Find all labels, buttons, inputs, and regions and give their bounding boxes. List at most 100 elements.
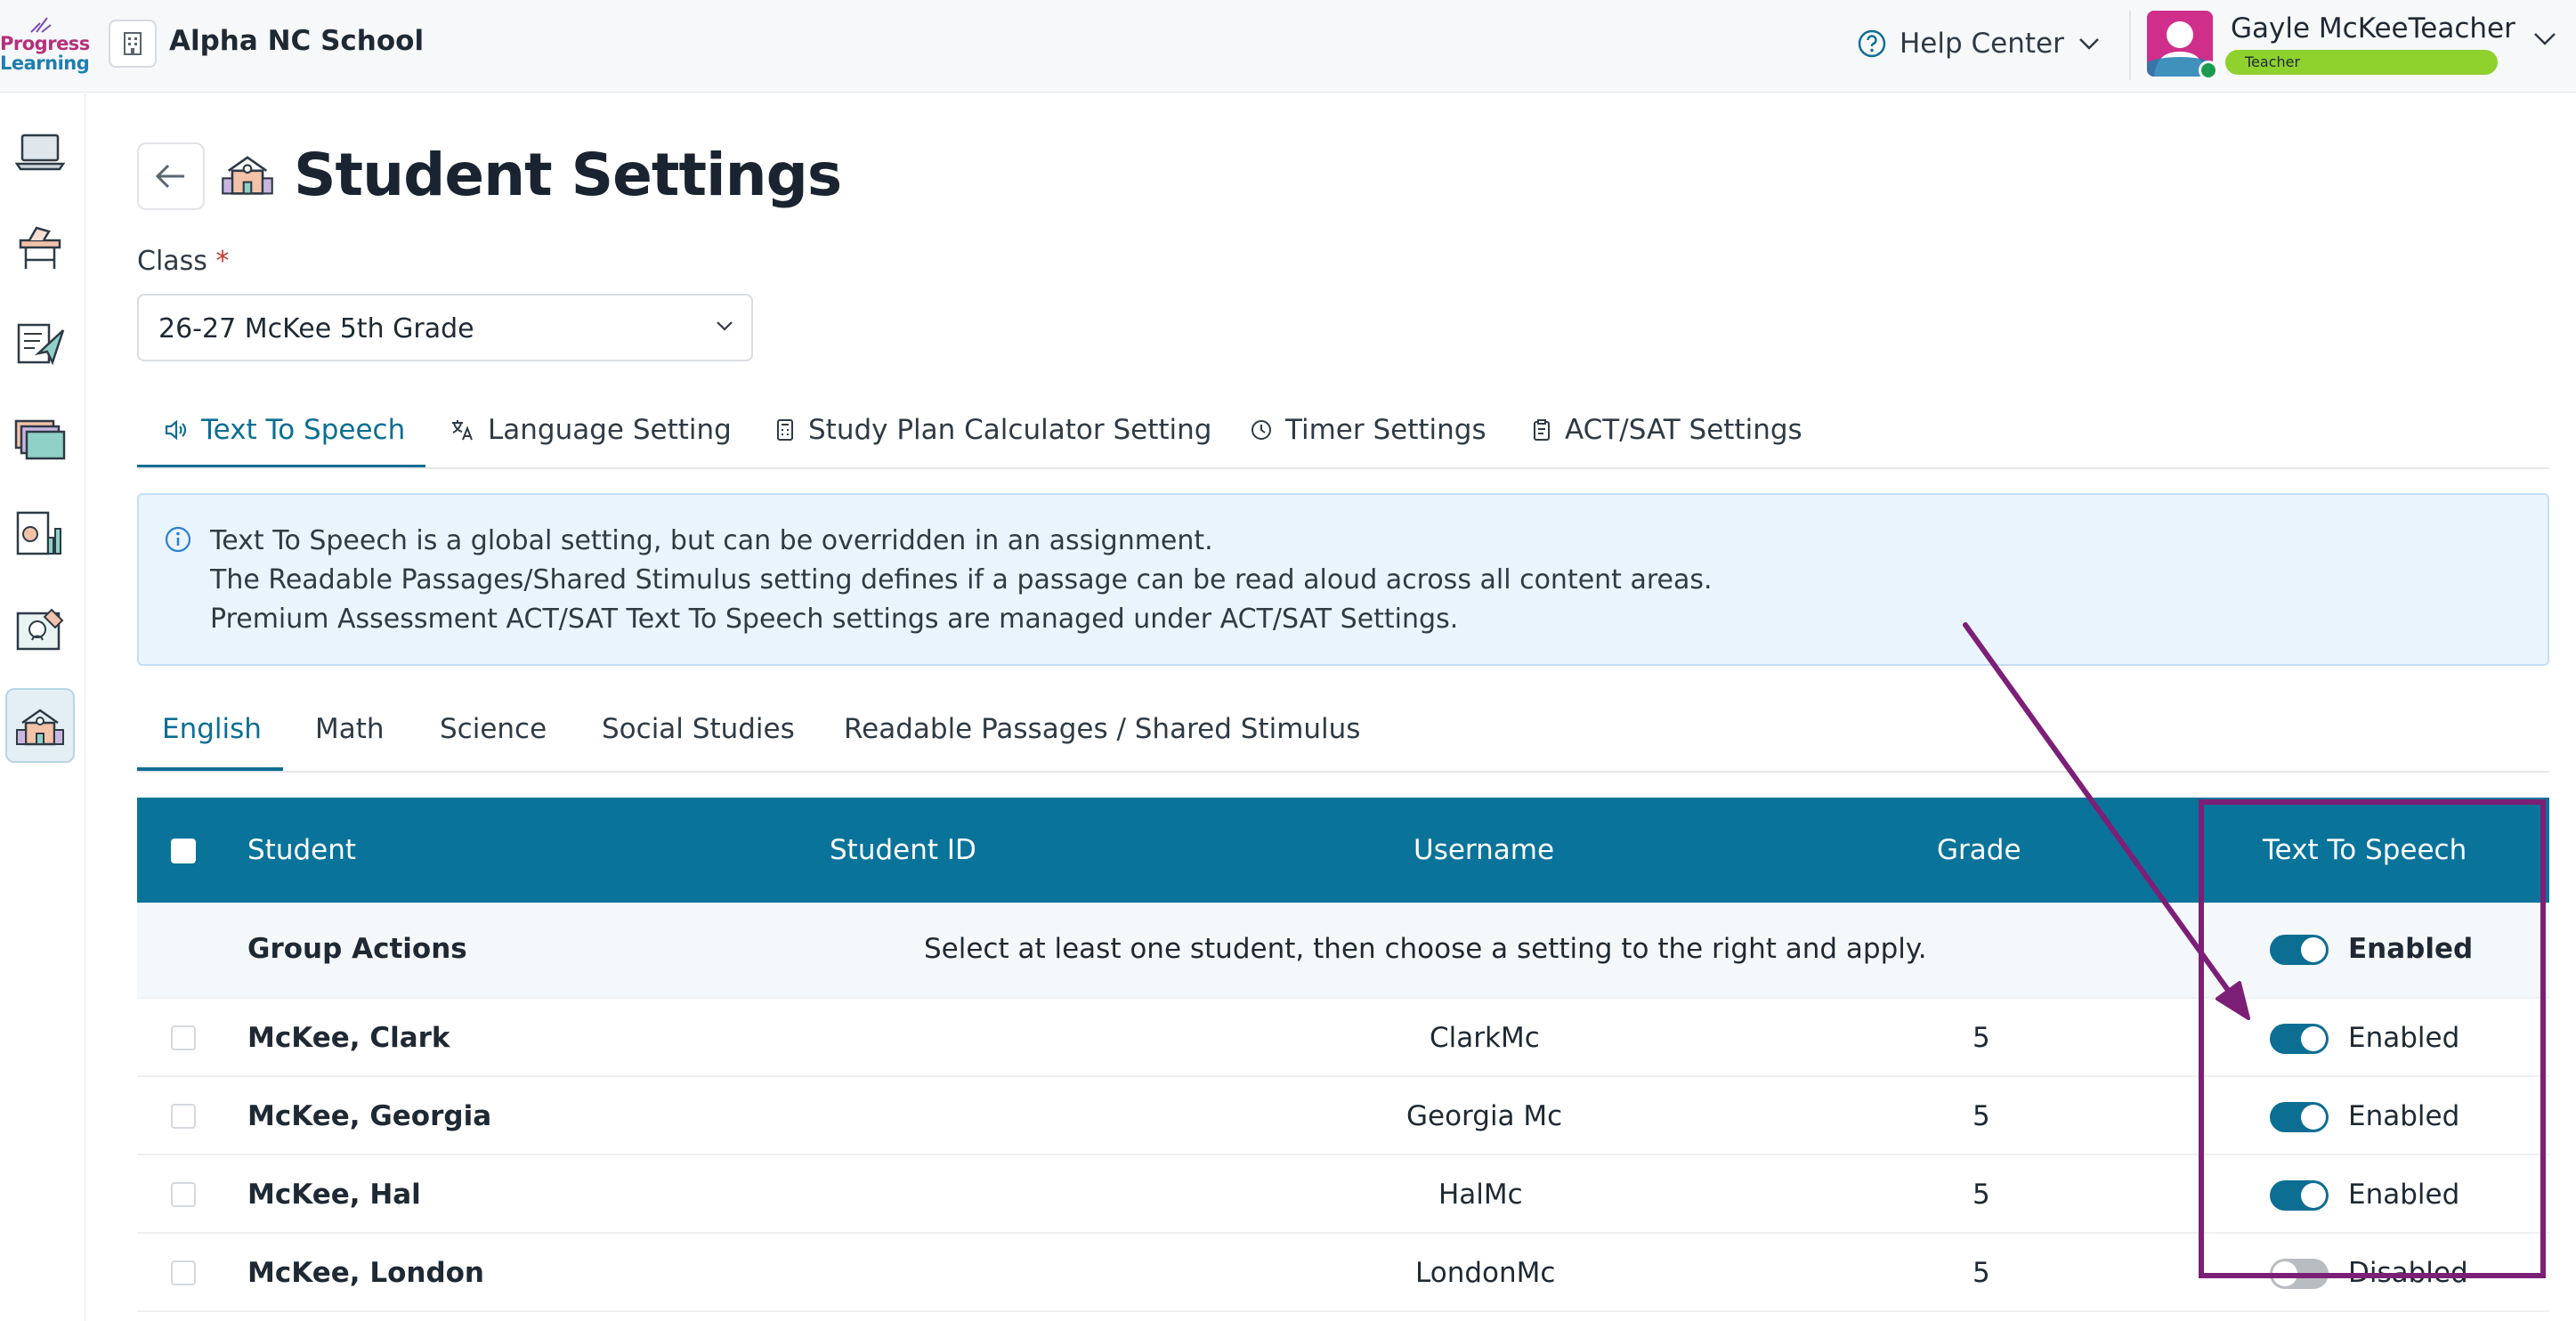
clock-icon bbox=[1252, 420, 1271, 440]
info-line: Premium Assessment ACT/SAT Text To Speec… bbox=[210, 604, 1459, 635]
tab-science[interactable]: Science bbox=[440, 694, 547, 773]
student-name: McKee, London bbox=[247, 1257, 484, 1289]
logo-text-line2: Learning bbox=[0, 53, 90, 74]
sidebar-item-school-settings[interactable] bbox=[5, 688, 75, 763]
subject-tabs: English Math Science Social Studies Read… bbox=[137, 694, 2549, 773]
column-header-student[interactable]: Student bbox=[247, 798, 356, 903]
info-icon bbox=[165, 526, 191, 553]
building-icon[interactable] bbox=[109, 20, 157, 68]
help-center-label: Help Center bbox=[1900, 28, 2064, 60]
sidebar-item-assignments[interactable] bbox=[5, 305, 75, 380]
select-all-checkbox[interactable] bbox=[171, 839, 196, 863]
tab-study-plan-calculator-setting[interactable]: Study Plan Calculator Setting bbox=[774, 392, 1211, 468]
sidebar-item-classroom[interactable] bbox=[5, 211, 75, 286]
settings-tabs: Text To Speech Language Setting Study Pl… bbox=[137, 392, 2549, 468]
school-name[interactable]: Alpha NC School bbox=[169, 25, 424, 57]
class-label-text: Class bbox=[137, 246, 207, 277]
online-status-icon bbox=[2199, 61, 2218, 80]
report-chart-icon bbox=[16, 511, 61, 555]
chevron-down-icon bbox=[717, 321, 733, 331]
user-menu-chevron-icon[interactable] bbox=[2531, 30, 2558, 48]
subject-tabs-divider bbox=[137, 771, 2549, 773]
tab-math[interactable]: Math bbox=[315, 694, 385, 773]
row-checkbox[interactable] bbox=[171, 1025, 196, 1050]
page-title: Student Settings bbox=[294, 141, 842, 209]
sidebar-item-gradebook[interactable] bbox=[5, 592, 75, 667]
logo-spark-icon bbox=[30, 17, 52, 33]
student-name: McKee, Georgia bbox=[247, 1100, 492, 1132]
top-bar: Progress Learning Alpha NC School Help C… bbox=[0, 0, 2576, 93]
column-header-username[interactable]: Username bbox=[1414, 798, 1554, 903]
student-name: McKee, Hal bbox=[247, 1179, 421, 1211]
column-header-student-id[interactable]: Student ID bbox=[830, 798, 976, 903]
group-tts-state: Enabled bbox=[2348, 933, 2474, 965]
tts-toggle[interactable] bbox=[2270, 1259, 2329, 1289]
tts-state: Disabled bbox=[2348, 1257, 2468, 1289]
required-mark: * bbox=[215, 246, 230, 277]
group-tts-toggle[interactable] bbox=[2270, 935, 2329, 965]
school-icon bbox=[219, 148, 276, 203]
speaker-icon bbox=[165, 419, 187, 441]
row-checkbox[interactable] bbox=[171, 1182, 196, 1207]
arrow-left-icon bbox=[155, 164, 184, 189]
student-grade: 5 bbox=[1973, 1257, 1990, 1289]
assignment-send-icon bbox=[17, 323, 65, 366]
tts-state: Enabled bbox=[2348, 1022, 2460, 1054]
row-checkbox[interactable] bbox=[171, 1260, 196, 1285]
role-badge: Teacher bbox=[2225, 50, 2498, 75]
student-grade: 5 bbox=[1973, 1100, 1990, 1132]
tts-toggle[interactable] bbox=[2270, 1102, 2329, 1132]
tab-label: Study Plan Calculator Setting bbox=[808, 414, 1212, 446]
gradebook-icon bbox=[16, 608, 64, 651]
chevron-down-icon bbox=[2078, 38, 2099, 50]
student-username: Georgia Mc bbox=[1406, 1100, 1563, 1132]
tts-state: Enabled bbox=[2348, 1100, 2460, 1132]
tab-english[interactable]: English bbox=[162, 694, 262, 773]
tab-label: Timer Settings bbox=[1285, 414, 1486, 446]
column-header-text-to-speech[interactable]: Text To Speech bbox=[2263, 798, 2467, 903]
folders-icon bbox=[14, 419, 66, 460]
help-center-menu[interactable]: Help Center bbox=[1857, 23, 2102, 64]
student-settings-table: Student Student ID Username Grade Text T… bbox=[137, 798, 2549, 1321]
tab-timer-settings[interactable]: Timer Settings bbox=[1250, 392, 1486, 468]
tts-state: Enabled bbox=[2348, 1179, 2460, 1211]
table-row: McKee, London LondonMc 5 Disabled bbox=[137, 1234, 2549, 1312]
user-divider bbox=[2129, 11, 2131, 80]
tab-act-sat-settings[interactable]: ACT/SAT Settings bbox=[1531, 392, 1802, 468]
column-header-grade[interactable]: Grade bbox=[1937, 798, 2021, 903]
group-actions-hint: Select at least one student, then choose… bbox=[924, 933, 1927, 965]
desk-icon bbox=[19, 226, 61, 269]
tab-label: Language Setting bbox=[488, 414, 732, 446]
sidebar bbox=[0, 93, 85, 1321]
sidebar-item-reports[interactable] bbox=[5, 496, 75, 571]
tab-label: ACT/SAT Settings bbox=[1565, 414, 1802, 446]
question-circle-icon bbox=[1858, 29, 1886, 58]
class-select[interactable]: 26-27 McKee 5th Grade bbox=[137, 294, 753, 361]
table-row: McKee, Georgia Georgia Mc 5 Enabled bbox=[137, 1077, 2549, 1155]
tts-toggle[interactable] bbox=[2270, 1180, 2329, 1211]
row-checkbox[interactable] bbox=[171, 1104, 196, 1129]
student-username: ClarkMc bbox=[1430, 1022, 1540, 1054]
class-select-value: 26-27 McKee 5th Grade bbox=[158, 313, 474, 344]
tabs-divider bbox=[137, 467, 2549, 469]
progress-learning-logo[interactable]: Progress Learning bbox=[0, 9, 90, 84]
group-actions-row: Group Actions Select at least one studen… bbox=[137, 903, 2549, 999]
student-grade: 5 bbox=[1973, 1179, 1990, 1211]
student-name: McKee, Clark bbox=[247, 1022, 450, 1054]
toggle-knob bbox=[2301, 1183, 2326, 1208]
tab-text-to-speech[interactable]: Text To Speech bbox=[164, 392, 405, 468]
tab-social-studies[interactable]: Social Studies bbox=[602, 694, 795, 773]
toggle-knob bbox=[2272, 1261, 2297, 1286]
toggle-knob bbox=[2301, 937, 2326, 962]
table-row: McKee, Clark ClarkMc 5 Enabled bbox=[137, 999, 2549, 1077]
student-username: LondonMc bbox=[1415, 1257, 1556, 1289]
sidebar-item-dashboard[interactable] bbox=[5, 115, 75, 190]
tab-language-setting[interactable]: Language Setting bbox=[450, 392, 732, 468]
tab-readable-passages[interactable]: Readable Passages / Shared Stimulus bbox=[844, 694, 1360, 773]
back-button[interactable] bbox=[137, 142, 205, 210]
sidebar-item-library[interactable] bbox=[5, 401, 75, 476]
user-name[interactable]: Gayle McKeeTeacher bbox=[2231, 12, 2515, 45]
translate-icon bbox=[452, 420, 473, 441]
toggle-knob bbox=[2301, 1026, 2326, 1051]
tts-toggle[interactable] bbox=[2270, 1024, 2329, 1054]
